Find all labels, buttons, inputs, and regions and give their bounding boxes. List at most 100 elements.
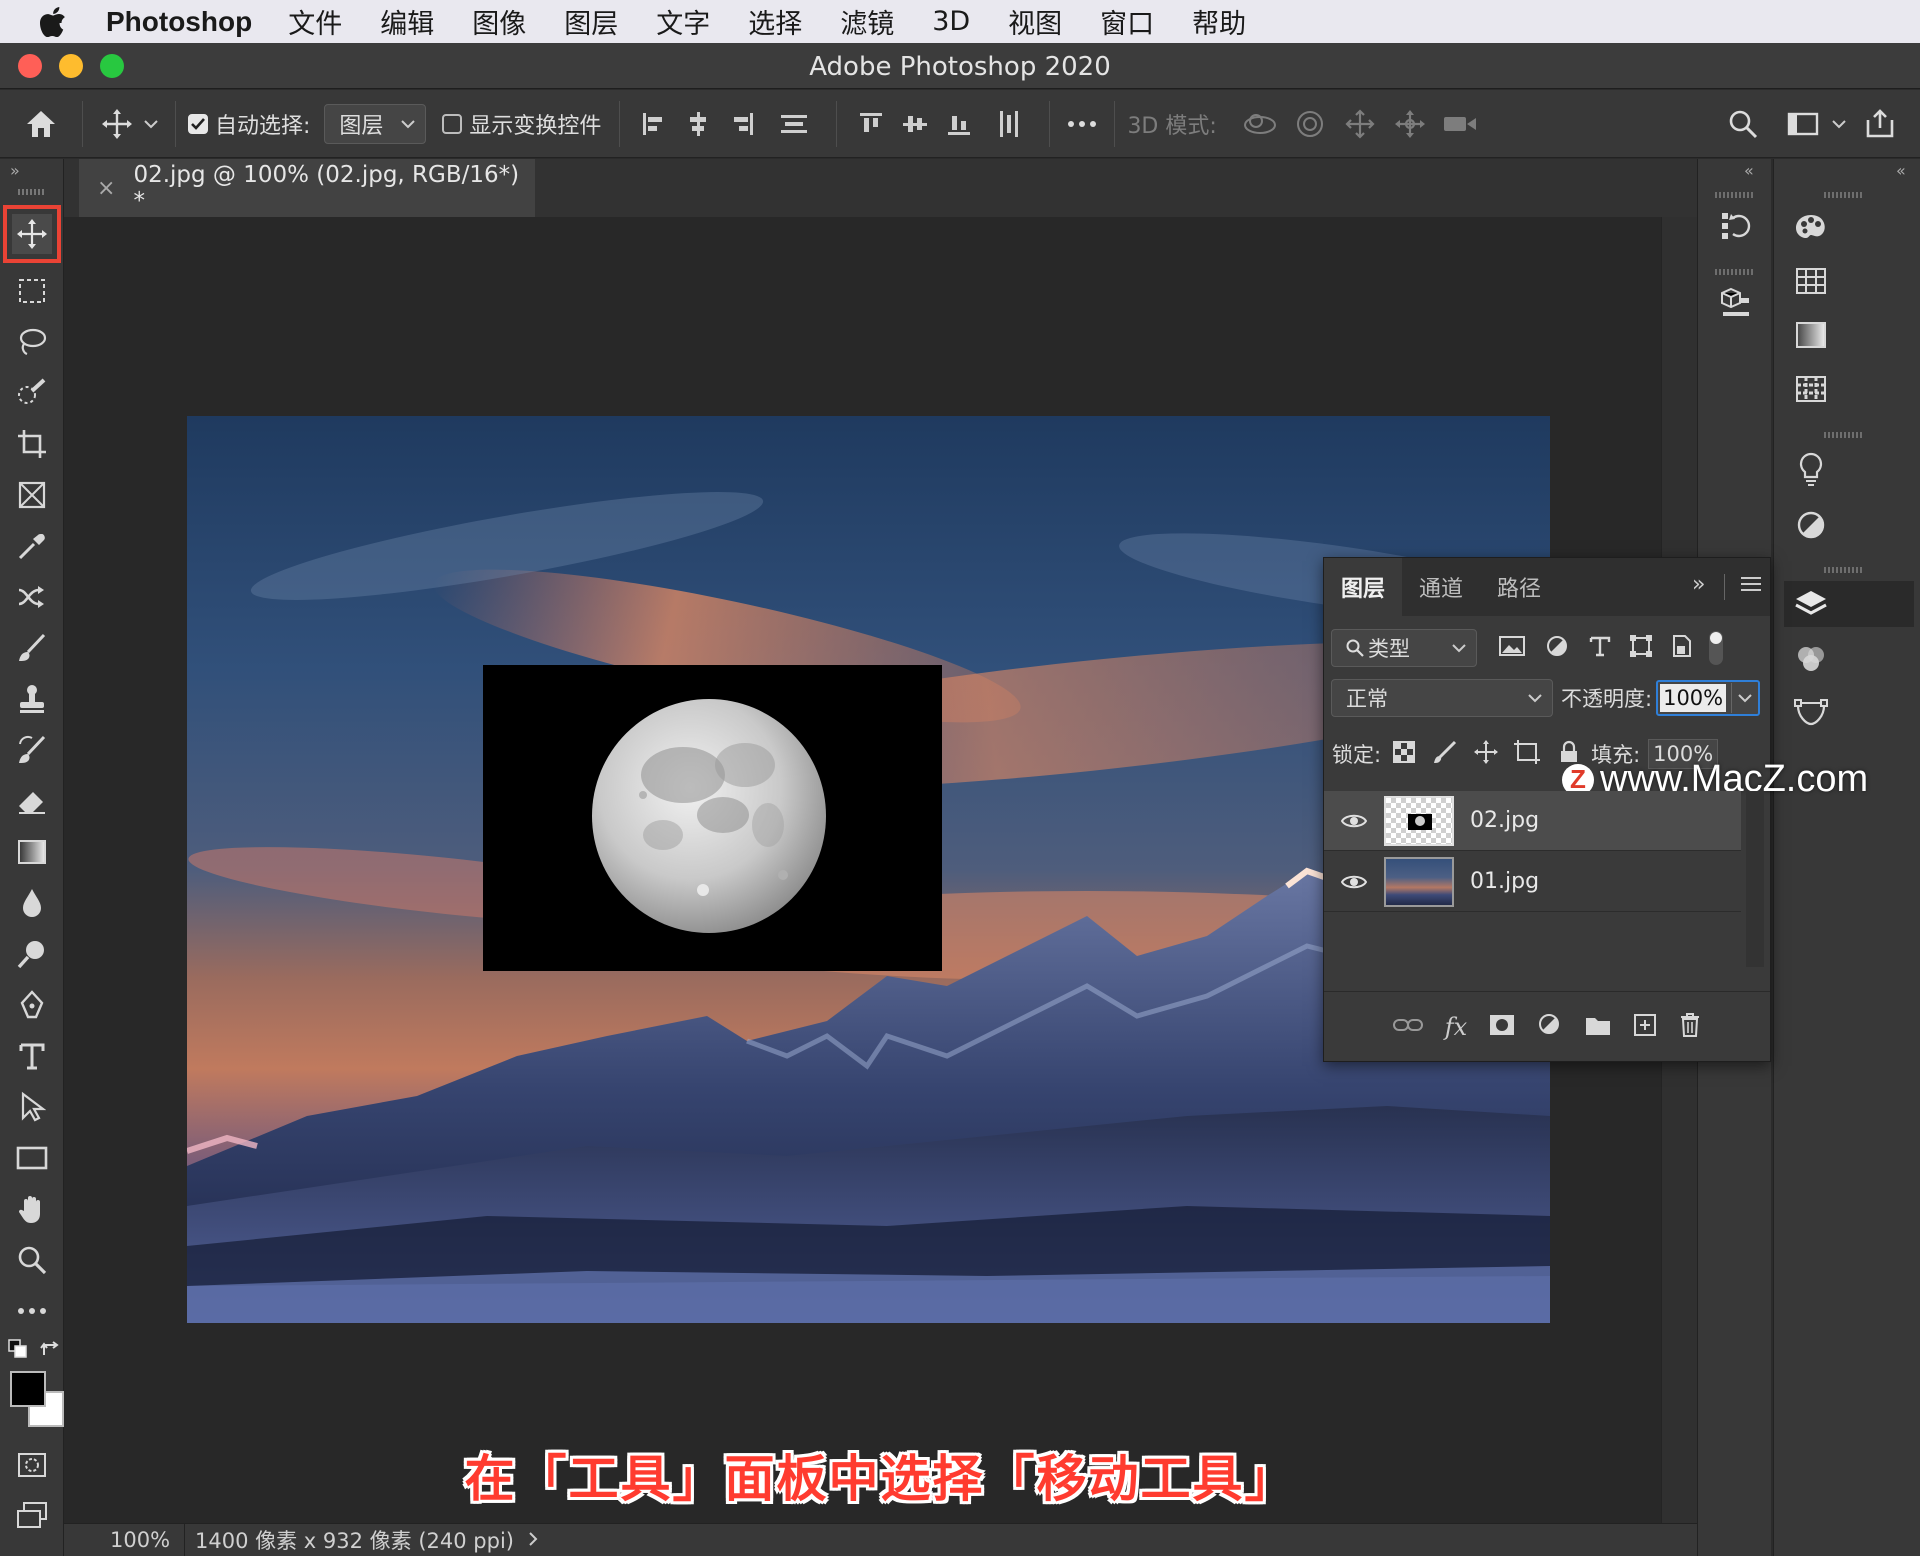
layer-style-fx-icon[interactable]: fx (1445, 1013, 1467, 1041)
rectangle-tool[interactable] (12, 1138, 52, 1178)
menu-layer[interactable]: 图层 (564, 2, 618, 41)
add-layer-mask-icon[interactable] (1489, 1014, 1515, 1040)
layers-scrollbar[interactable] (1746, 791, 1764, 967)
workspace-layout-icon[interactable] (1778, 104, 1828, 144)
document-tab[interactable]: × 02.jpg @ 100% (02.jpg, RGB/16*) * (79, 159, 535, 217)
chevron-down-icon[interactable] (1828, 104, 1850, 144)
crop-tool[interactable] (12, 424, 52, 464)
toolbar-grip[interactable] (18, 189, 46, 195)
adjustments-panel-icon[interactable] (1791, 505, 1831, 545)
history-brush-tool[interactable] (12, 730, 52, 770)
layer-visibility-eye-icon[interactable] (1324, 813, 1384, 829)
lock-position-icon[interactable] (1473, 739, 1499, 770)
blend-mode-dropdown[interactable]: 正常 (1331, 679, 1553, 717)
filter-pixel-icon[interactable] (1499, 635, 1525, 662)
menu-filter[interactable]: 滤镜 (840, 2, 894, 41)
status-menu-chevron-icon[interactable] (528, 1528, 538, 1552)
new-group-folder-icon[interactable] (1585, 1014, 1611, 1040)
gradients-panel-icon[interactable] (1791, 315, 1831, 355)
auto-select-target-dropdown[interactable]: 图层 (324, 103, 427, 144)
search-icon[interactable] (1718, 104, 1768, 144)
lock-image-pixels-icon[interactable] (1433, 740, 1457, 769)
layer-name-01[interactable]: 01.jpg (1470, 869, 1539, 894)
filter-adjustment-icon[interactable] (1545, 634, 1569, 663)
layer-filter-dropdown[interactable]: 类型 (1331, 629, 1477, 667)
show-transform-controls-checkbox[interactable] (442, 113, 463, 134)
eyedropper-tool[interactable] (12, 526, 52, 566)
filter-shape-icon[interactable] (1629, 634, 1653, 663)
paths-panel-icon[interactable] (1791, 693, 1831, 733)
lock-transparent-pixels-icon[interactable] (1393, 740, 1416, 768)
collapse-dock-icon[interactable]: « (1896, 161, 1906, 180)
gradient-tool[interactable] (12, 832, 52, 872)
expand-panel-icon[interactable]: » (1692, 572, 1705, 597)
learn-panel-icon[interactable] (1791, 449, 1831, 489)
swatches-panel-icon[interactable] (1791, 261, 1831, 301)
lock-artboard-icon[interactable] (1513, 739, 1541, 770)
default-colors-icon[interactable] (8, 1339, 28, 1359)
channels-panel-icon[interactable] (1791, 639, 1831, 679)
link-layers-icon[interactable] (1392, 1017, 1423, 1037)
color-panel-icon[interactable] (1791, 207, 1831, 247)
filter-smart-object-icon[interactable] (1671, 634, 1693, 663)
3d-orbit-icon[interactable] (1235, 104, 1285, 144)
menu-file[interactable]: 文件 (288, 2, 342, 41)
close-tab-icon[interactable]: × (97, 176, 115, 201)
frame-tool[interactable] (12, 475, 52, 515)
layer-visibility-eye-icon[interactable] (1324, 874, 1384, 890)
3d-roll-icon[interactable] (1285, 104, 1335, 144)
align-vertical-centers-icon[interactable] (893, 104, 937, 144)
menu-window[interactable]: 窗口 (1100, 2, 1154, 41)
menu-type[interactable]: 文字 (656, 2, 710, 41)
expand-toolbar-icon[interactable]: » (10, 161, 20, 180)
path-selection-tool[interactable] (12, 1087, 52, 1127)
eraser-tool[interactable] (12, 781, 52, 821)
screen-mode-icon[interactable] (12, 1495, 52, 1535)
opacity-slider-chevron-icon[interactable] (1732, 693, 1758, 703)
share-icon[interactable] (1850, 104, 1910, 144)
hand-tool[interactable] (12, 1189, 52, 1229)
delete-layer-trash-icon[interactable] (1679, 1012, 1701, 1042)
tab-layers[interactable]: 图层 (1324, 558, 1403, 616)
edit-toolbar-icon[interactable] (12, 1291, 52, 1331)
new-adjustment-layer-icon[interactable] (1537, 1012, 1563, 1042)
3d-slide-icon[interactable] (1385, 104, 1435, 144)
menu-edit[interactable]: 编辑 (380, 2, 434, 41)
layer-name-02[interactable]: 02.jpg (1470, 808, 1539, 833)
moon-layer-02[interactable] (483, 665, 942, 971)
tab-paths[interactable]: 路径 (1480, 558, 1558, 616)
healing-brush-tool[interactable] (12, 577, 52, 617)
distribute-horizontal-spacing-icon[interactable] (981, 104, 1037, 144)
align-horizontal-centers-icon[interactable] (676, 104, 720, 144)
pen-tool[interactable] (12, 985, 52, 1025)
menu-view[interactable]: 视图 (1008, 2, 1062, 41)
home-icon[interactable] (0, 104, 82, 144)
layer-row-02[interactable]: 02.jpg (1324, 791, 1741, 851)
3d-pan-icon[interactable] (1335, 104, 1385, 144)
menu-image[interactable]: 图像 (472, 2, 526, 41)
menu-3d[interactable]: 3D (932, 6, 970, 37)
menu-app-name[interactable]: Photoshop (106, 6, 252, 38)
menu-select[interactable]: 选择 (748, 2, 802, 41)
opacity-input[interactable]: 100% (1660, 684, 1727, 712)
type-tool[interactable] (12, 1036, 52, 1076)
filter-type-icon[interactable] (1589, 635, 1611, 662)
align-left-edges-icon[interactable] (632, 104, 676, 144)
more-options-icon[interactable] (1062, 104, 1102, 144)
clone-stamp-tool[interactable] (12, 679, 52, 719)
zoom-level[interactable]: 100% (64, 1528, 184, 1552)
lasso-tool[interactable] (12, 322, 52, 362)
swap-colors-icon[interactable] (40, 1339, 62, 1361)
new-layer-icon[interactable] (1633, 1013, 1657, 1041)
quick-selection-tool[interactable] (12, 373, 52, 413)
zoom-tool[interactable] (12, 1240, 52, 1280)
filter-toggle-switch[interactable] (1709, 631, 1723, 665)
foreground-color-swatch[interactable] (10, 1371, 46, 1407)
move-tool-preset-icon[interactable] (95, 104, 139, 144)
patterns-panel-icon[interactable] (1791, 369, 1831, 409)
3d-panel-icon[interactable] (1715, 283, 1755, 323)
auto-select-checkbox[interactable] (188, 113, 208, 134)
brush-tool[interactable] (12, 628, 52, 668)
quick-mask-icon[interactable] (12, 1445, 52, 1485)
menu-help[interactable]: 帮助 (1192, 2, 1246, 41)
